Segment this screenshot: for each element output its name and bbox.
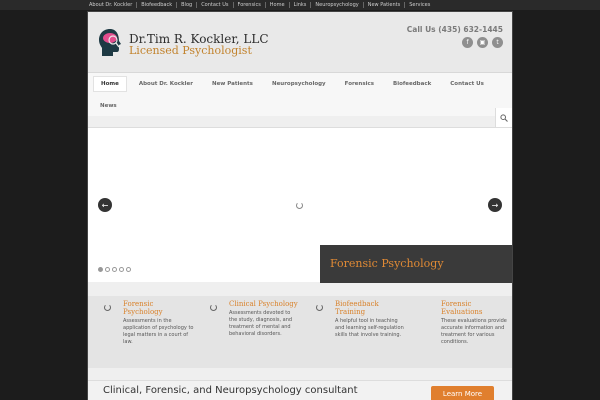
tagline-bar: Clinical, Forensic, and Neuropsychology … [88,380,512,400]
feature-title[interactable]: Clinical Psychology [229,300,300,308]
slider-next-button[interactable]: → [488,198,502,212]
nav-row: Home About Dr. Kockler New Patients Neur… [88,73,512,95]
arrow-right-icon: → [491,200,499,210]
nav-item-biofeedback[interactable]: Biofeedback [386,76,438,92]
top-link-about[interactable]: About Dr. Kockler [89,2,138,8]
facebook-icon[interactable]: f [462,37,473,48]
top-link-home[interactable]: Home [266,2,290,8]
social-links: f ▣ t [462,37,503,48]
instagram-icon[interactable]: ▣ [477,37,488,48]
top-link-neuropsychology[interactable]: Neuropsychology [311,2,364,8]
page-container: Dr.Tim R. Kockler, LLC Licensed Psycholo… [88,12,512,400]
nav-item-news[interactable]: News [93,98,124,114]
slider-dot-1[interactable] [98,267,103,272]
feature-forensic-psychology: Forensic Psychology Assessments in the a… [88,296,194,368]
nav-item-contact[interactable]: Contact Us [443,76,491,92]
loading-spinner-icon [296,202,303,209]
feature-title[interactable]: Biofeedback Training [335,300,406,316]
feature-description: These evaluations provide accurate infor… [441,318,507,345]
top-link-biofeedback[interactable]: Biofeedback [137,2,178,8]
nav-row-2: News [88,95,512,117]
loading-spinner-icon [104,304,111,311]
feature-clinical-psychology: Clinical Psychology Assessments devoted … [194,296,300,368]
top-links-bar: About Dr. Kockler Biofeedback Blog Conta… [0,0,600,10]
arrow-left-icon: ← [101,200,109,210]
top-link-forensics[interactable]: Forensics [234,2,266,8]
phone-number: Call Us (435) 632-1445 [406,25,503,34]
top-link-contact[interactable]: Contact Us [197,2,234,8]
slider-prev-button[interactable]: ← [98,198,112,212]
nav-item-neuropsychology[interactable]: Neuropsychology [265,76,333,92]
nav-item-forensics[interactable]: Forensics [338,76,381,92]
head-silhouette-logo-icon[interactable] [97,28,123,58]
twitter-icon[interactable]: t [492,37,503,48]
services-features: Forensic Psychology Assessments in the a… [88,296,512,368]
search-icon [500,113,508,122]
logo-subtitle: Licensed Psychologist [129,44,252,57]
feature-title[interactable]: Forensic Psychology [123,300,194,316]
top-link-links[interactable]: Links [290,2,312,8]
nav-item-home[interactable]: Home [93,76,127,92]
top-link-services[interactable]: Services [405,2,434,8]
feature-description: Assessments devoted to the study, diagno… [229,310,293,337]
nav-item-about[interactable]: About Dr. Kockler [132,76,200,92]
slide-caption[interactable]: Forensic Psychology [320,245,512,283]
feature-description: Assessments in the application of psycho… [123,318,194,345]
site-header: Dr.Tim R. Kockler, LLC Licensed Psycholo… [88,12,512,72]
image-slider: ← → Forensic Psychology [88,127,512,283]
nav-item-new-patients[interactable]: New Patients [205,76,260,92]
search-button[interactable] [495,108,512,127]
feature-description: A helpful tool in teaching and learning … [335,318,404,338]
loading-spinner-icon [210,304,217,311]
slider-dot-4[interactable] [119,267,124,272]
feature-title[interactable]: Forensic Evaluations [441,300,512,316]
feature-biofeedback-training: Biofeedback Training A helpful tool in t… [300,296,406,368]
learn-more-button[interactable]: Learn More [431,386,494,400]
top-link-blog[interactable]: Blog [177,2,198,8]
loading-spinner-icon [316,304,323,311]
slider-dots [98,267,131,272]
feature-forensic-evaluations: Forensic Evaluations These evaluations p… [406,296,512,368]
slider-dot-2[interactable] [105,267,110,272]
top-link-new-patients[interactable]: New Patients [364,2,406,8]
slider-dot-5[interactable] [126,267,131,272]
main-navigation: Home About Dr. Kockler New Patients Neur… [88,72,512,116]
tagline-text: Clinical, Forensic, and Neuropsychology … [103,385,358,396]
slider-dot-3[interactable] [112,267,117,272]
